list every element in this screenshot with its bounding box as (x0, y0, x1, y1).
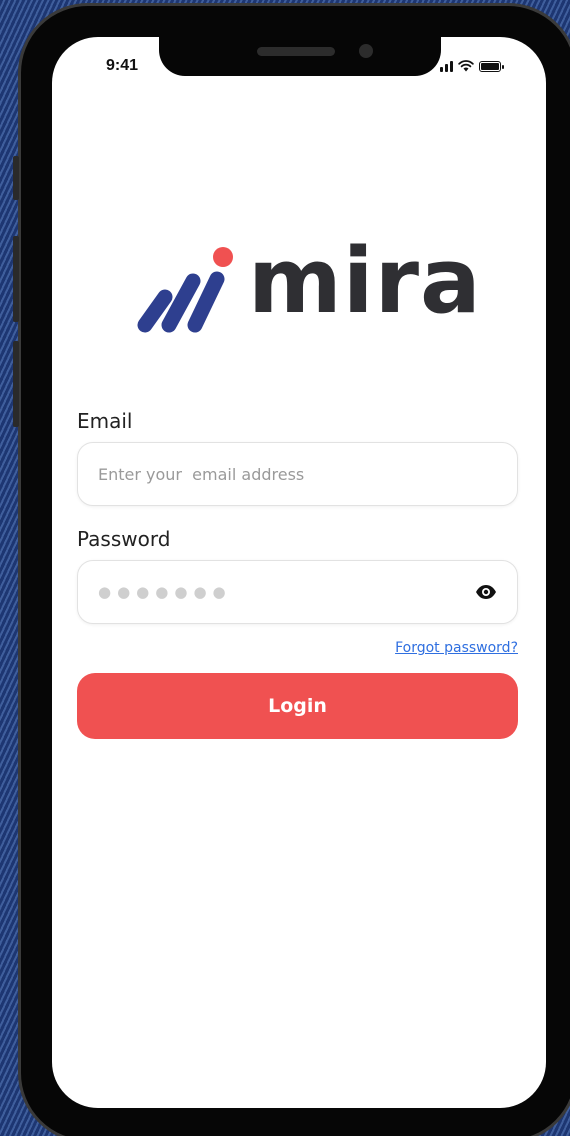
eye-icon[interactable] (475, 584, 497, 600)
volume-down-button (13, 341, 19, 427)
brand-logo: mira (135, 229, 481, 337)
app-screen: 9:41 mira Email Password ●●●●●●● (52, 37, 546, 1108)
email-field[interactable] (98, 464, 497, 484)
wifi-icon (458, 60, 474, 72)
volume-up-button (13, 236, 19, 322)
password-mask: ●●●●●●● (98, 583, 232, 601)
status-icons (440, 56, 504, 72)
email-field-container[interactable] (77, 442, 518, 506)
brand-mark-icon (137, 247, 233, 333)
login-button[interactable]: Login (77, 673, 518, 739)
brand-wordmark: mira (248, 229, 482, 334)
mute-switch (13, 156, 19, 200)
phone-notch (159, 30, 441, 76)
battery-icon (479, 61, 504, 72)
status-time: 9:41 (106, 57, 139, 74)
signal-icon (440, 60, 453, 72)
email-label: Email (77, 409, 133, 433)
speaker-grille (257, 47, 335, 56)
password-field[interactable]: ●●●●●●● (77, 560, 518, 624)
front-camera (359, 44, 373, 58)
password-label: Password (77, 527, 171, 551)
forgot-password-link[interactable]: Forgot password? (395, 640, 518, 656)
